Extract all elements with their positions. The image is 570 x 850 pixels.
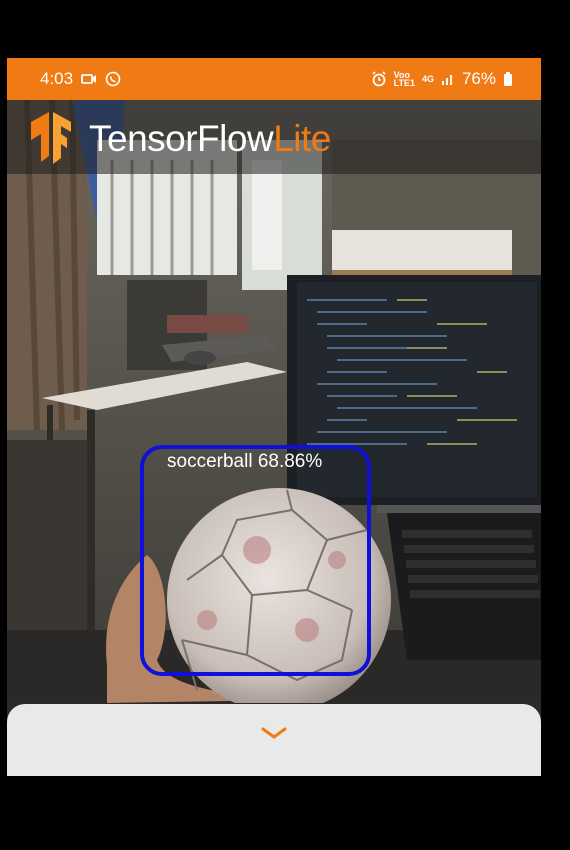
detection-label: soccerball 68.86% (167, 451, 323, 472)
chevron-down-icon[interactable] (261, 727, 287, 739)
bottom-sheet[interactable] (7, 704, 541, 776)
network-line2: LTE1 (393, 78, 415, 88)
brand-accent: Lite (273, 118, 331, 159)
network-type: 4G (421, 74, 434, 84)
brand-main: TensorFlow (89, 118, 274, 159)
phone-screen: 4:03 Voo LTE1 4G 76% TensorFlowLite socc… (7, 58, 541, 776)
status-bar: 4:03 Voo LTE1 4G 76% (7, 58, 541, 100)
alarm-icon (372, 71, 386, 87)
video-camera-icon (81, 74, 97, 84)
battery-icon (504, 71, 512, 86)
app-title: TensorFlowLite (89, 118, 331, 160)
detection-bounding-box (140, 445, 371, 676)
whatsapp-icon (105, 71, 121, 87)
signal-icon (441, 75, 452, 85)
status-time: 4:03 (40, 69, 74, 88)
app-bar: TensorFlowLite (7, 100, 541, 174)
network-operator: Voo LTE1 (393, 71, 415, 88)
tensorflow-logo-icon (31, 112, 71, 164)
battery-percent: 76% (461, 69, 496, 88)
